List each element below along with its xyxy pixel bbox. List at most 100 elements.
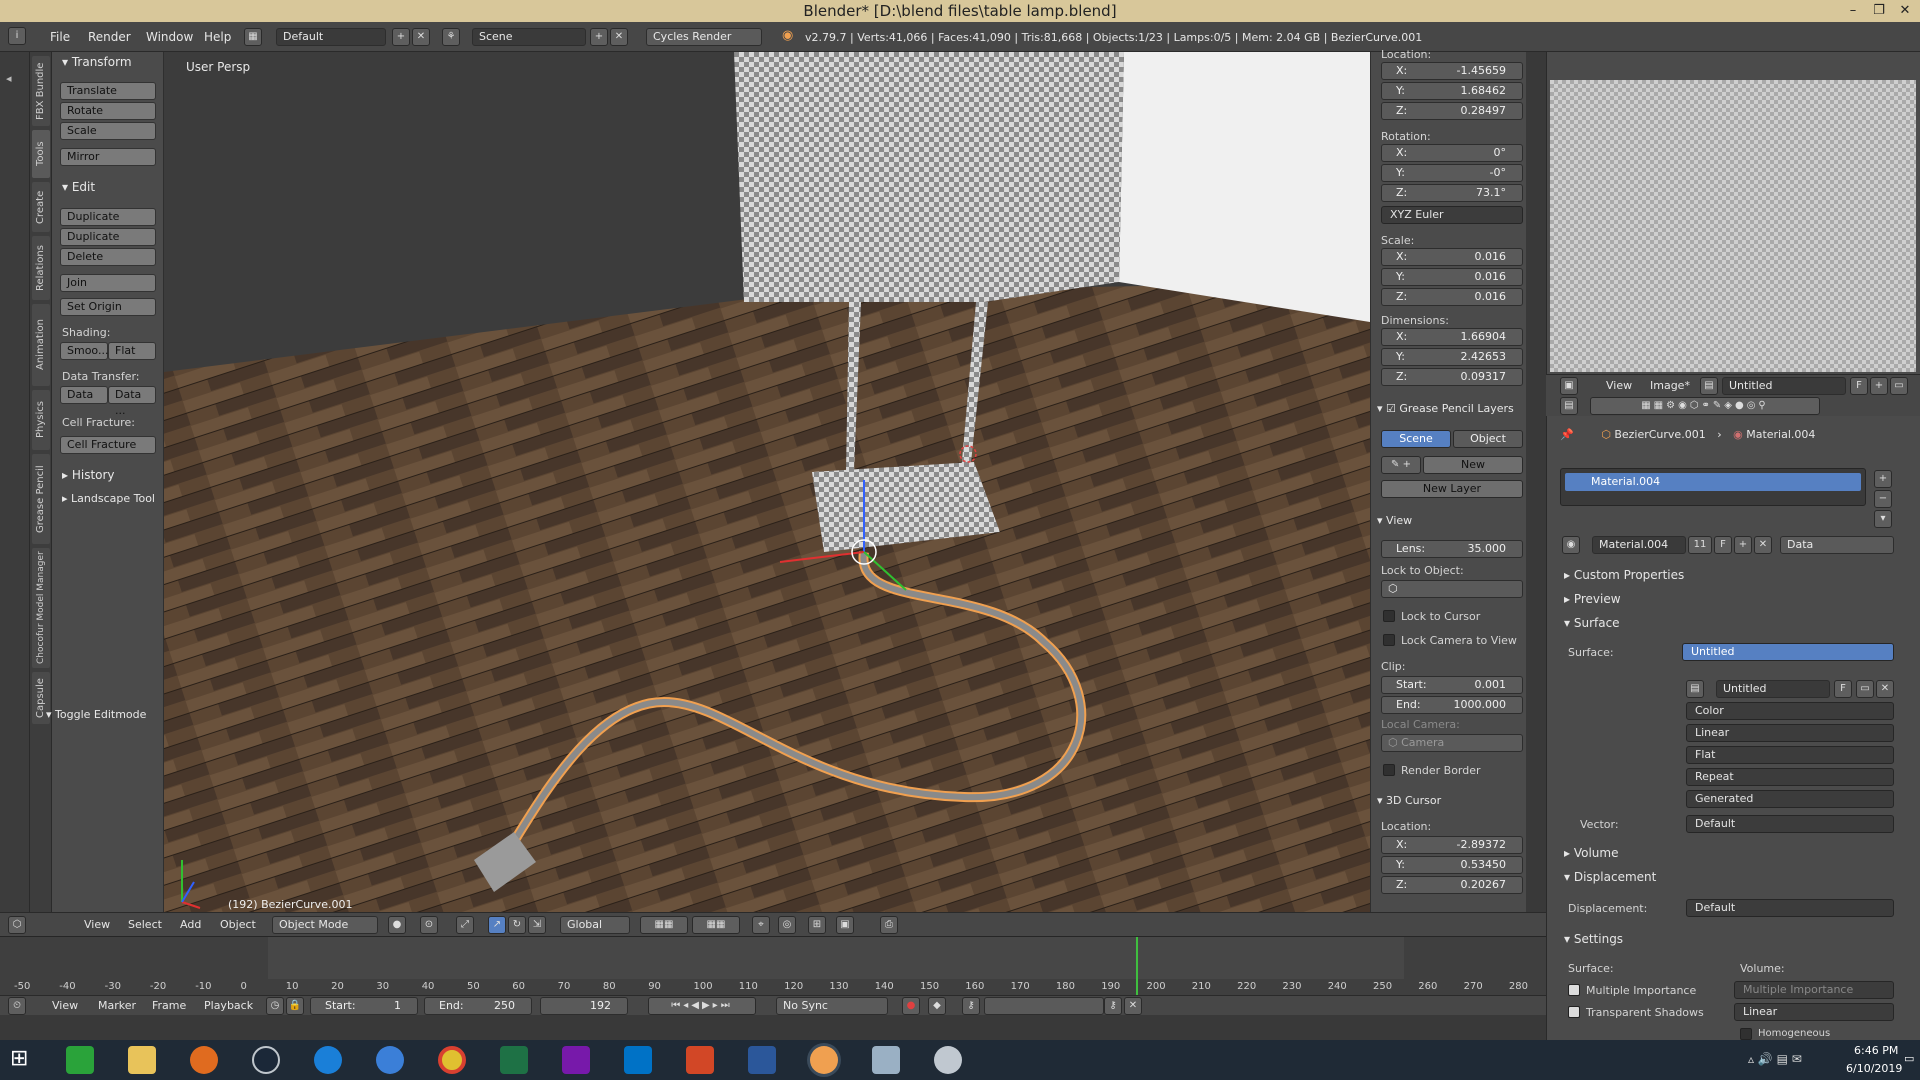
displacement-panel-header[interactable]: ▾ Displacement bbox=[1564, 870, 1656, 884]
scale-y-field[interactable]: Y: 0.016 bbox=[1381, 268, 1523, 286]
properties-type-icon[interactable]: ▤ bbox=[1560, 397, 1578, 415]
app-window-icon[interactable] bbox=[872, 1046, 900, 1074]
join-button[interactable]: Join bbox=[60, 274, 156, 292]
properties-context-tabs[interactable]: ▦▦⚙◉⬡⚭✎◈●◎⚲ bbox=[1590, 397, 1820, 415]
tab-create[interactable]: Create bbox=[32, 182, 50, 232]
snap-element-icon[interactable]: ⊞ bbox=[808, 916, 826, 934]
transparent-shadows-checkbox[interactable] bbox=[1568, 1006, 1580, 1018]
new-grease-pencil-button[interactable]: New bbox=[1423, 456, 1523, 474]
menu-help[interactable]: Help bbox=[204, 30, 231, 44]
texture-browse-icon[interactable]: ▤ bbox=[1686, 680, 1704, 698]
3d-cursor-panel-header[interactable]: ▾ 3D Cursor bbox=[1377, 794, 1441, 807]
timeline-menu-frame[interactable]: Frame bbox=[152, 999, 186, 1012]
toggle-editmode-panel-header[interactable]: ▾ Toggle Editmode bbox=[46, 708, 146, 721]
custom-properties-panel-header[interactable]: ▸ Custom Properties bbox=[1564, 568, 1684, 582]
material-slot-item[interactable]: Material.004 bbox=[1565, 473, 1861, 491]
lock-range-icon[interactable]: 🔒 bbox=[286, 997, 304, 1015]
rotation-y-field[interactable]: Y: -0° bbox=[1381, 164, 1523, 182]
transform-panel-header[interactable]: ▾ Transform bbox=[62, 55, 132, 69]
pin-icon[interactable]: 📌 bbox=[1560, 428, 1574, 441]
volume-panel-header[interactable]: ▸ Volume bbox=[1564, 846, 1618, 860]
image-editor-type-icon[interactable]: ▣ bbox=[1560, 377, 1578, 395]
layers-grid-2-icon[interactable]: ▦▦ bbox=[692, 916, 740, 934]
windows-start-icon[interactable]: ⊞ bbox=[10, 1048, 28, 1070]
image-menu-image[interactable]: Image* bbox=[1650, 379, 1690, 392]
grease-pencil-panel-header[interactable]: ▾ ☑ Grease Pencil Layers bbox=[1377, 402, 1514, 415]
image-browse-icon[interactable]: ▤ bbox=[1700, 377, 1718, 395]
dimensions-x-field[interactable]: X: 1.66904 bbox=[1381, 328, 1523, 346]
translate-manipulator-icon[interactable]: ↗ bbox=[488, 916, 506, 934]
keying-icon[interactable]: ⚷ bbox=[962, 997, 980, 1015]
snap-icon[interactable]: ⌖ bbox=[752, 916, 770, 934]
edit-panel-header[interactable]: ▾ Edit bbox=[62, 180, 95, 194]
texture-fake-user-icon[interactable]: F bbox=[1834, 680, 1852, 698]
dimensions-z-field[interactable]: Z: 0.09317 bbox=[1381, 368, 1523, 386]
blender-taskbar-icon[interactable] bbox=[810, 1046, 838, 1074]
insert-keyframe-icon[interactable]: ⚷ bbox=[1104, 997, 1122, 1015]
open-image-icon[interactable]: ▭ bbox=[1890, 377, 1908, 395]
orientation-dropdown[interactable]: Global bbox=[560, 916, 630, 934]
rotate-button[interactable]: Rotate bbox=[60, 102, 156, 120]
maximize-icon[interactable]: ❐ bbox=[1866, 0, 1892, 22]
remove-scene-icon[interactable]: ✕ bbox=[610, 28, 628, 46]
tab-object[interactable]: Object bbox=[1453, 430, 1523, 448]
current-frame-field[interactable]: 192 bbox=[540, 997, 628, 1015]
texture-color-dropdown[interactable]: Color bbox=[1686, 702, 1894, 720]
texture-extension-dropdown[interactable]: Repeat bbox=[1686, 768, 1894, 786]
duplicate-button[interactable]: Duplicate bbox=[60, 208, 156, 226]
menu-render[interactable]: Render bbox=[88, 30, 131, 44]
add-scene-icon[interactable]: + bbox=[590, 28, 608, 46]
pencil-icon[interactable]: ✎ + bbox=[1381, 456, 1421, 474]
surface-shader-dropdown[interactable]: Untitled bbox=[1682, 643, 1894, 661]
landscape-panel-header[interactable]: ▸ Landscape Tool bbox=[62, 492, 155, 505]
image-name-field[interactable]: Untitled bbox=[1722, 377, 1846, 395]
data-layout-button[interactable]: Data ... bbox=[108, 386, 156, 417]
add-slot-icon[interactable]: + bbox=[1874, 470, 1892, 488]
material-new-icon[interactable]: + bbox=[1734, 536, 1752, 554]
scale-x-field[interactable]: X: 0.016 bbox=[1381, 248, 1523, 266]
translate-button[interactable]: Translate bbox=[60, 82, 156, 100]
cursor-x-field[interactable]: X: -2.89372 bbox=[1381, 836, 1523, 854]
clip-start-field[interactable]: Start: 0.001 bbox=[1381, 676, 1523, 694]
end-frame-field[interactable]: End: 250 bbox=[424, 997, 532, 1015]
tab-fbx-bundle[interactable]: FBX Bundle bbox=[32, 56, 50, 126]
location-x-field[interactable]: X: -1.45659 bbox=[1381, 62, 1523, 80]
layout-grid-icon[interactable]: ▦ bbox=[244, 28, 262, 46]
menu-window[interactable]: Window bbox=[146, 30, 193, 44]
smooth-shading-button[interactable]: Smoo... bbox=[60, 342, 108, 360]
keying-set-icon[interactable]: ◆ bbox=[928, 997, 946, 1015]
expand-arrow-icon[interactable]: ◂ bbox=[6, 72, 12, 85]
remove-slot-icon[interactable]: − bbox=[1874, 490, 1892, 508]
material-users-count[interactable]: 11 bbox=[1688, 536, 1712, 554]
record-icon[interactable]: ● bbox=[902, 997, 920, 1015]
data-transfer-button[interactable]: Data bbox=[60, 386, 108, 404]
texture-unlink-icon[interactable]: ✕ bbox=[1876, 680, 1894, 698]
playback-controls[interactable]: ⏮◂◀▶▸⏭ bbox=[648, 997, 756, 1015]
tray-icons[interactable]: ▵ 🔊 ▤ ✉ bbox=[1748, 1052, 1802, 1066]
clip-end-field[interactable]: End: 1000.000 bbox=[1381, 696, 1523, 714]
tab-tools[interactable]: Tools bbox=[32, 130, 50, 178]
view-panel-header[interactable]: ▾ View bbox=[1377, 514, 1412, 527]
tab-grease-pencil[interactable]: Grease Pencil bbox=[32, 454, 50, 544]
file-explorer-icon[interactable] bbox=[128, 1046, 156, 1074]
rotation-mode-dropdown[interactable]: XYZ Euler bbox=[1381, 206, 1523, 224]
new-layer-button[interactable]: New Layer bbox=[1381, 480, 1523, 498]
texture-open-icon[interactable]: ▭ bbox=[1856, 680, 1874, 698]
location-z-field[interactable]: Z: 0.28497 bbox=[1381, 102, 1523, 120]
powerpoint-icon[interactable] bbox=[686, 1046, 714, 1074]
steam-icon[interactable] bbox=[252, 1046, 280, 1074]
texture-source-dropdown[interactable]: Generated bbox=[1686, 790, 1894, 808]
texture-image-field[interactable]: Untitled bbox=[1716, 680, 1830, 698]
rotation-z-field[interactable]: Z: 73.1° bbox=[1381, 184, 1523, 202]
add-layout-icon[interactable]: + bbox=[392, 28, 410, 46]
preview-range-icon[interactable]: ◷ bbox=[266, 997, 284, 1015]
internet-explorer-icon[interactable] bbox=[314, 1046, 342, 1074]
excel-icon[interactable] bbox=[500, 1046, 528, 1074]
volume-sampling-dropdown[interactable]: Multiple Importance bbox=[1734, 981, 1894, 999]
surface-panel-header[interactable]: ▾ Surface bbox=[1564, 616, 1620, 630]
scene-icon[interactable]: ⚘ bbox=[442, 28, 460, 46]
timeline-menu-marker[interactable]: Marker bbox=[98, 999, 136, 1012]
render-preview-icon[interactable]: ▣ bbox=[836, 916, 854, 934]
cursor-z-field[interactable]: Z: 0.20267 bbox=[1381, 876, 1523, 894]
lock-object-field[interactable]: ⬡ bbox=[1381, 580, 1523, 598]
